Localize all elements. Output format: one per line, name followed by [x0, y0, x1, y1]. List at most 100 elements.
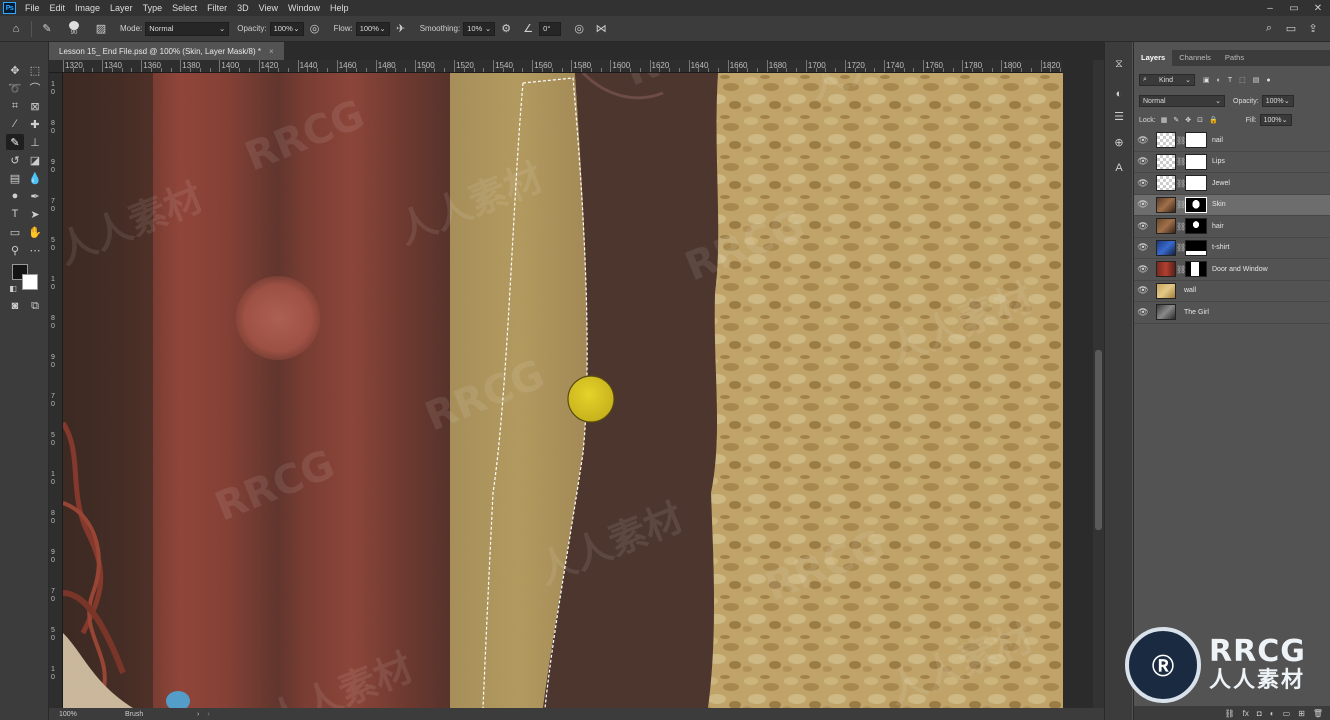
- menu-file[interactable]: File: [20, 0, 45, 16]
- visibility-eye-icon[interactable]: 👁: [1134, 264, 1152, 275]
- menu-help[interactable]: Help: [325, 0, 354, 16]
- properties-panel-icon[interactable]: ☰: [1111, 108, 1127, 124]
- layer-row-wall[interactable]: 👁 wall: [1134, 280, 1330, 302]
- layer-row-the-girl[interactable]: 👁 The Girl: [1134, 302, 1330, 324]
- zoom-level[interactable]: 100%: [59, 711, 119, 718]
- layer-row-hair[interactable]: 👁 ⛓ hair: [1134, 216, 1330, 238]
- status-menu-arrow[interactable]: ›: [197, 711, 199, 718]
- pressure-size-icon[interactable]: ◎: [571, 21, 587, 37]
- tab-layers[interactable]: Layers: [1134, 50, 1173, 66]
- tab-paths[interactable]: Paths: [1218, 50, 1251, 66]
- brush-tool-icon[interactable]: ✎: [6, 134, 24, 150]
- scrollbar-thumb[interactable]: [1095, 350, 1102, 530]
- menu-image[interactable]: Image: [70, 0, 105, 16]
- filter-shape-icon[interactable]: ⬚: [1239, 76, 1246, 84]
- layer-row-door-and-window[interactable]: 👁 ⛓ Door and Window: [1134, 259, 1330, 281]
- blur-tool-icon[interactable]: 💧: [26, 170, 44, 186]
- filter-smartobject-icon[interactable]: ▤: [1253, 76, 1260, 84]
- maximize-icon[interactable]: ▭: [1282, 0, 1306, 16]
- add-mask-icon[interactable]: ◘: [1257, 709, 1262, 718]
- healing-brush-tool-icon[interactable]: ✚: [26, 116, 44, 132]
- link-chain-icon[interactable]: ⛓: [1176, 243, 1186, 252]
- path-selection-tool-icon[interactable]: ➤: [26, 206, 44, 222]
- layer-mask-thumbnail[interactable]: [1185, 218, 1207, 235]
- filter-adjustment-icon[interactable]: ◐: [1217, 77, 1221, 84]
- gradient-tool-icon[interactable]: ▤: [6, 170, 24, 186]
- marquee-tool-icon[interactable]: ⬚: [26, 62, 44, 78]
- search-icon[interactable]: ⌕: [1261, 21, 1277, 37]
- menu-type[interactable]: Type: [138, 0, 168, 16]
- history-brush-tool-icon[interactable]: ↺: [6, 152, 24, 168]
- angle-field[interactable]: 0°: [539, 21, 562, 36]
- layer-mask-thumbnail[interactable]: [1185, 261, 1207, 278]
- workspace-icon[interactable]: ▭: [1283, 21, 1299, 37]
- flow-field[interactable]: 100% ⌄: [355, 21, 390, 36]
- vertical-scrollbar[interactable]: [1093, 60, 1104, 708]
- move-tool-icon[interactable]: ✥: [6, 62, 24, 78]
- visibility-eye-icon[interactable]: 👁: [1134, 221, 1152, 232]
- link-chain-icon[interactable]: ⛓: [1176, 157, 1186, 166]
- zoom-tool-icon[interactable]: ⚲: [6, 242, 24, 258]
- opacity-field[interactable]: 100% ⌄: [269, 21, 304, 36]
- lock-all-icon[interactable]: 🔒: [1209, 116, 1218, 124]
- layer-opacity-field[interactable]: 100% ⌄: [1261, 95, 1294, 107]
- layer-mask-thumbnail[interactable]: [1185, 239, 1207, 256]
- smoothing-settings-gear-icon[interactable]: ⚙: [498, 21, 514, 37]
- filter-pixel-icon[interactable]: ▣: [1203, 76, 1210, 84]
- background-color-swatch[interactable]: [22, 274, 38, 290]
- adjustment-layer-icon[interactable]: ◐: [1270, 709, 1275, 718]
- eyedropper-tool-icon[interactable]: ⁄: [6, 116, 24, 132]
- document-tab[interactable]: Lesson 15_ End File.psd @ 100% (Skin, La…: [49, 42, 284, 60]
- menu-edit[interactable]: Edit: [45, 0, 71, 16]
- menu-view[interactable]: View: [254, 0, 283, 16]
- lock-image-icon[interactable]: ✎: [1173, 116, 1179, 124]
- fill-field[interactable]: 100% ⌄: [1259, 114, 1292, 126]
- visibility-eye-icon[interactable]: 👁: [1134, 135, 1152, 146]
- airbrush-icon[interactable]: ✈: [393, 21, 409, 37]
- brush-preset-icon[interactable]: ✎: [39, 21, 55, 37]
- layer-style-fx-icon[interactable]: fx: [1243, 709, 1249, 718]
- lock-transparent-icon[interactable]: ▦: [1161, 116, 1168, 124]
- visibility-eye-icon[interactable]: 👁: [1134, 156, 1152, 167]
- layer-mask-thumbnail[interactable]: [1185, 132, 1207, 149]
- frame-tool-icon[interactable]: ⊠: [26, 98, 44, 114]
- menu-filter[interactable]: Filter: [202, 0, 232, 16]
- hand-tool-icon[interactable]: ✋: [26, 224, 44, 240]
- type-tool-icon[interactable]: T: [6, 206, 24, 222]
- link-chain-icon[interactable]: ⛓: [1176, 179, 1186, 188]
- layer-row-jewel[interactable]: 👁 ⛓ Jewel: [1134, 173, 1330, 195]
- link-chain-icon[interactable]: ⛓: [1176, 222, 1186, 231]
- link-chain-icon[interactable]: ⛓: [1176, 136, 1186, 145]
- visibility-eye-icon[interactable]: 👁: [1134, 242, 1152, 253]
- close-tab-icon[interactable]: ×: [269, 47, 274, 56]
- tab-channels[interactable]: Channels: [1172, 50, 1218, 66]
- layer-mask-thumbnail[interactable]: [1185, 175, 1207, 192]
- layer-row-nail[interactable]: 👁 ⛓ nail: [1134, 130, 1330, 152]
- layer-row-skin[interactable]: 👁 ⛓ Skin: [1134, 194, 1330, 216]
- lasso-tool-icon[interactable]: ➰: [6, 80, 24, 96]
- menu-3d[interactable]: 3D: [232, 0, 254, 16]
- new-group-icon[interactable]: ▭: [1283, 709, 1291, 718]
- layer-row-tshirt[interactable]: 👁 ⛓ t-shirt: [1134, 237, 1330, 259]
- mode-dropdown[interactable]: Normal ⌄: [145, 21, 230, 36]
- share-icon[interactable]: ⇪: [1305, 21, 1321, 37]
- link-layers-icon[interactable]: ⛓: [1225, 709, 1235, 718]
- filter-type-icon[interactable]: T: [1228, 77, 1232, 84]
- clone-stamp-tool-icon[interactable]: ⊥: [26, 134, 44, 150]
- delete-layer-icon[interactable]: 🗑: [1313, 709, 1323, 718]
- home-icon[interactable]: ⌂: [8, 21, 24, 37]
- history-panel-icon[interactable]: ⧖: [1111, 56, 1127, 72]
- layer-mask-thumbnail[interactable]: [1185, 196, 1207, 213]
- brush-settings-icon[interactable]: ▨: [93, 21, 109, 37]
- character-panel-icon[interactable]: A: [1111, 160, 1127, 176]
- visibility-eye-icon[interactable]: 👁: [1134, 178, 1152, 189]
- link-chain-icon[interactable]: ⛓: [1176, 265, 1186, 274]
- link-chain-icon[interactable]: ⛓: [1176, 200, 1186, 209]
- adjustments-panel-icon[interactable]: ◐: [1111, 86, 1127, 102]
- visibility-eye-icon[interactable]: 👁: [1134, 307, 1152, 318]
- new-layer-icon[interactable]: ⊞: [1298, 709, 1305, 718]
- crop-tool-icon[interactable]: ⌗: [6, 98, 24, 114]
- layer-mask-thumbnail[interactable]: [1185, 153, 1207, 170]
- scroll-left-icon[interactable]: ‹: [207, 711, 209, 718]
- blend-mode-dropdown[interactable]: Normal ⌄: [1139, 95, 1225, 107]
